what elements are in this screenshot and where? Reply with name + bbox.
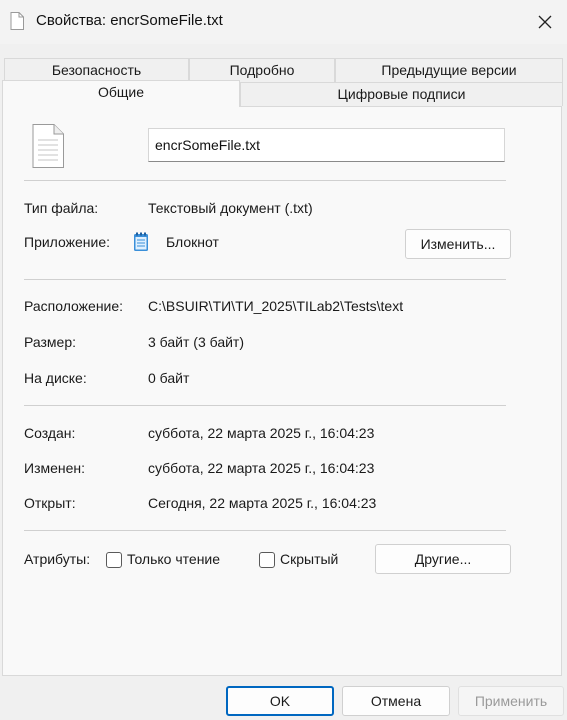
tab-label: Предыдущие версии: [381, 62, 517, 78]
tab-digital-signatures[interactable]: Цифровые подписи: [240, 82, 563, 106]
hidden-checkbox[interactable]: [259, 552, 275, 568]
tab-previous-versions[interactable]: Предыдущие версии: [335, 58, 563, 82]
tab-label: Общие: [97, 84, 145, 100]
text-file-icon: [32, 124, 64, 168]
accessed-value: Сегодня, 22 марта 2025 г., 16:04:23: [148, 495, 377, 511]
attributes-label: Атрибуты:: [24, 551, 91, 567]
title-bar: Свойства: encrSomeFile.txt: [0, 0, 567, 44]
tab-details[interactable]: Подробно: [189, 58, 335, 82]
window-title: Свойства: encrSomeFile.txt: [36, 12, 223, 29]
disk-size-value: 0 байт: [148, 370, 190, 386]
file-type-label: Тип файла:: [24, 200, 99, 216]
tab-label: Безопасность: [51, 62, 142, 78]
disk-size-label: На диске:: [24, 370, 87, 386]
close-icon: [538, 15, 552, 29]
close-button[interactable]: [523, 0, 567, 44]
file-name-input[interactable]: [148, 128, 505, 162]
size-value: 3 байт (3 байт): [148, 334, 244, 350]
general-panel: [2, 106, 562, 676]
other-attributes-button[interactable]: Другие...: [375, 544, 511, 574]
modified-value: суббота, 22 марта 2025 г., 16:04:23: [148, 460, 375, 476]
readonly-label[interactable]: Только чтение: [127, 551, 220, 567]
app-value: Блокнот: [166, 234, 219, 250]
separator: [24, 530, 506, 531]
text-file-icon: [10, 12, 24, 30]
tab-general[interactable]: Общие: [2, 80, 240, 107]
tab-label: Подробно: [229, 62, 295, 78]
readonly-checkbox[interactable]: [106, 552, 122, 568]
created-label: Создан:: [24, 425, 76, 441]
separator: [24, 279, 506, 280]
accessed-label: Открыт:: [24, 495, 76, 511]
modified-label: Изменен:: [24, 460, 86, 476]
notepad-icon: [134, 232, 148, 251]
created-value: суббота, 22 марта 2025 г., 16:04:23: [148, 425, 375, 441]
separator: [24, 180, 506, 181]
separator: [24, 405, 506, 406]
tab-label: Цифровые подписи: [337, 86, 466, 102]
app-label: Приложение:: [24, 234, 111, 250]
location-value: C:\BSUIR\ТИ\ТИ_2025\TILab2\Tests\text: [148, 298, 404, 314]
dialog-footer: OK Отмена Применить: [0, 676, 567, 720]
location-label: Расположение:: [24, 298, 124, 314]
hidden-label[interactable]: Скрытый: [280, 551, 338, 567]
ok-button[interactable]: OK: [226, 686, 334, 716]
file-type-value: Текстовый документ (.txt): [148, 200, 313, 216]
cancel-button[interactable]: Отмена: [342, 686, 450, 716]
size-label: Размер:: [24, 334, 77, 350]
apply-button[interactable]: Применить: [458, 686, 564, 716]
tab-security[interactable]: Безопасность: [4, 58, 189, 82]
change-app-button[interactable]: Изменить...: [405, 229, 511, 259]
